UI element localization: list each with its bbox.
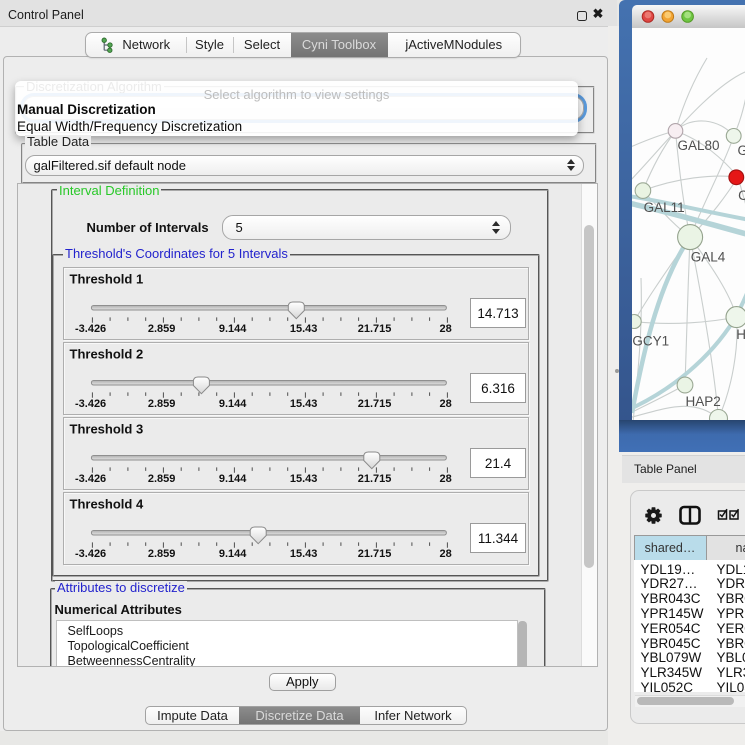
- svg-text:-3.426: -3.426: [75, 473, 106, 485]
- svg-text:28: 28: [440, 548, 452, 560]
- svg-text:9.144: 9.144: [219, 548, 247, 560]
- svg-text:28: 28: [440, 473, 452, 485]
- svg-text:9.144: 9.144: [219, 323, 247, 335]
- svg-text:15.43: 15.43: [290, 323, 318, 335]
- svg-text:9.144: 9.144: [219, 398, 247, 410]
- svg-text:C: C: [738, 188, 745, 203]
- svg-text:GAL11: GAL11: [643, 200, 684, 215]
- svg-text:2.859: 2.859: [148, 398, 176, 410]
- svg-text:28: 28: [440, 398, 452, 410]
- svg-text:GAL4: GAL4: [690, 249, 725, 264]
- svg-text:-3.426: -3.426: [75, 548, 106, 560]
- svg-text:9.144: 9.144: [219, 473, 247, 485]
- svg-text:-3.426: -3.426: [75, 323, 106, 335]
- svg-text:21.715: 21.715: [358, 473, 392, 485]
- svg-text:2.859: 2.859: [148, 548, 176, 560]
- svg-text:21.715: 21.715: [358, 323, 392, 335]
- svg-text:Threshold 3: Threshold 3: [70, 422, 144, 437]
- svg-text:2.859: 2.859: [148, 323, 176, 335]
- svg-text:15.43: 15.43: [290, 473, 318, 485]
- svg-text:21.715: 21.715: [358, 548, 392, 560]
- svg-text:28: 28: [440, 323, 452, 335]
- svg-text:Threshold 1: Threshold 1: [70, 272, 144, 287]
- svg-text:GAL1: GAL1: [737, 143, 745, 158]
- svg-text:15.43: 15.43: [290, 548, 318, 560]
- svg-text:15.43: 15.43: [290, 398, 318, 410]
- svg-text:21.715: 21.715: [358, 398, 392, 410]
- svg-text:H: H: [736, 327, 745, 342]
- svg-text:Threshold 4: Threshold 4: [70, 497, 144, 512]
- svg-text:HAP2: HAP2: [685, 394, 720, 409]
- svg-text:GAL80: GAL80: [677, 138, 719, 153]
- svg-text:2.859: 2.859: [148, 473, 176, 485]
- svg-text:GCY1: GCY1: [632, 333, 669, 348]
- svg-text:Threshold 2: Threshold 2: [70, 347, 144, 362]
- svg-text:-3.426: -3.426: [75, 398, 106, 410]
